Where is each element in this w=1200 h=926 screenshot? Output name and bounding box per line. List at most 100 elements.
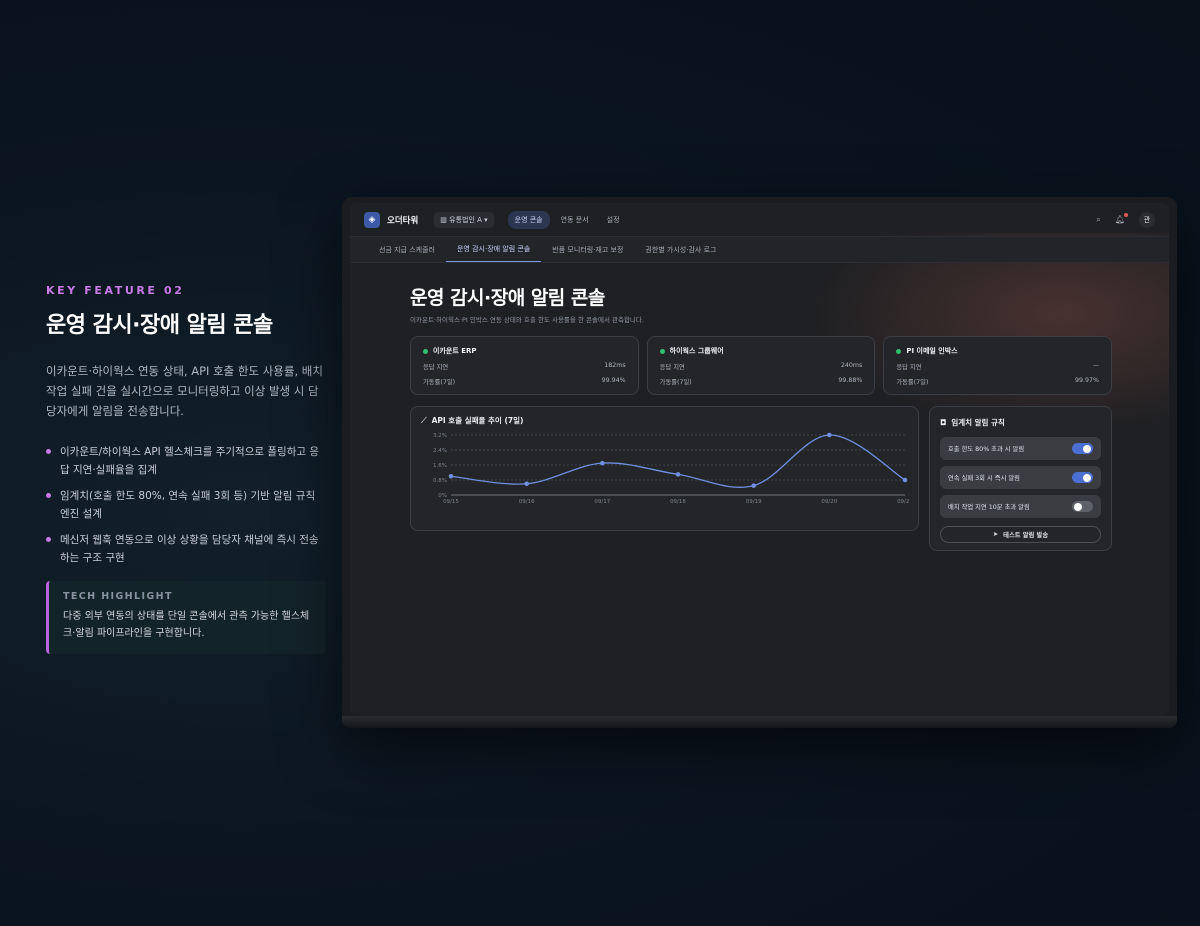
data-point <box>600 460 605 466</box>
status-card-ecount[interactable]: 이카운트 ERP 응답 지연 182ms 가동률(7일) 99.94% <box>410 336 639 395</box>
data-point <box>524 481 529 487</box>
bell-outline-icon: ◘ <box>940 418 947 427</box>
bell-icon[interactable]: 🔔︎ <box>1115 213 1128 224</box>
data-point <box>448 473 454 479</box>
tech-highlight: TECH HIGHLIGHT 다중 외부 연동의 상태를 단일 콘솔에서 관측 … <box>46 581 326 654</box>
send-test-alert-label: 테스트 알림 발송 <box>1003 532 1049 539</box>
status-card-pi-inbox[interactable]: PI 이메일 인박스 응답 지연 — 가동률(7일) 99.97% <box>883 336 1113 395</box>
uptime-value: 99.94% <box>601 377 626 384</box>
sub-nav: 선금 지급 스케줄러 운영 감시·장애 알림 콘솔 반품 모니터링·재고 보정 … <box>350 237 1169 263</box>
search-icon[interactable]: ⌕ <box>1096 215 1100 225</box>
latency-label: 응답 지연 <box>659 364 685 371</box>
rule-label: 연속 실패 3회 시 즉시 알림 <box>948 475 1020 482</box>
page-title: 운영 감시·장애 알림 콘솔 <box>410 287 605 309</box>
failure-rate-chart: 3.2%2.4%1.6%0.8%0%09/15 09/16 09/17 09/18 09… <box>433 432 910 505</box>
building-icon: ▥ <box>440 215 450 224</box>
avatar[interactable]: 관 <box>1139 211 1155 228</box>
latency-label: 응답 지연 <box>423 364 449 371</box>
app-screen: ◈ 오더타워 ▥ 유통법인 A ▾ 운영 콘솔 연동 문서 설정 ⌕ 🔔︎ 관 … <box>350 203 1169 715</box>
rule-item: 배치 작업 지연 10분 초과 알림 <box>940 495 1101 518</box>
failure-rate-chart-card: ⟋ API 호출 실패율 추이 (7일) 3.2% 2.4% 1.6% 0.8% 0% 09… <box>410 406 919 531</box>
toggle-knob <box>1074 502 1082 511</box>
x-tick-label: 09/18 <box>670 499 686 505</box>
feature-panel: KEY FEATURE 02 운영 감시·장애 알림 콘솔 이카운트·하이웍스 … <box>46 284 326 654</box>
page-subtitle: 이카운트·하이웍스·PI 인박스 연동 상태와 호출 한도 사용률을 한 콘솔에… <box>410 316 644 324</box>
org-selector[interactable]: ▥ 유통법인 A ▾ <box>434 211 494 228</box>
x-tick-label: 09/16 <box>519 499 535 505</box>
tab-ops-monitoring[interactable]: 운영 감시·장애 알림 콘솔 <box>445 237 542 262</box>
rule-item: 연속 실패 3회 시 즉시 알림 <box>940 466 1101 489</box>
uptime-value: 99.97% <box>1075 377 1100 384</box>
uptime-label: 가동률(7일) <box>659 379 692 386</box>
nav-settings[interactable]: 설정 <box>600 211 627 229</box>
feature-bullets: 이카운트/하이웍스 API 헬스체크를 주기적으로 폴링하고 응답 지연·실패율… <box>46 443 326 567</box>
main-nav: 운영 콘솔 연동 문서 설정 <box>507 210 627 229</box>
x-tick-label: 09/17 <box>594 499 610 505</box>
tab-audit-log[interactable]: 권한별 가시성·감사 로그 <box>634 237 727 262</box>
rules-title: 임계치 알림 규칙 <box>951 418 1005 427</box>
nav-integration-docs[interactable]: 연동 문서 <box>554 211 596 229</box>
feature-description: 이카운트·하이웍스 연동 상태, API 호출 한도 사용률, 배치 작업 실패… <box>46 364 323 418</box>
x-tick-label: 09/19 <box>746 499 762 505</box>
rule-toggle[interactable] <box>1072 501 1093 512</box>
feature-bullet: 임계치(호출 한도 80%, 연속 실패 3회 등) 기반 알림 규칙 엔진 설… <box>46 487 326 523</box>
x-tick-label: 09/15 <box>443 499 459 505</box>
notification-dot <box>1124 213 1128 217</box>
laptop-base <box>342 716 1177 728</box>
data-point <box>675 472 681 477</box>
tab-prepay-scheduler[interactable]: 선금 지급 스케줄러 <box>368 237 446 262</box>
alert-rules-card: ◘ 임계치 알림 규칙 호출 한도 80% 초과 시 알림 연속 실패 3회 시 … <box>929 406 1112 551</box>
feature-bullet: 이카운트/하이웍스 API 헬스체크를 주기적으로 폴링하고 응답 지연·실패율… <box>46 443 326 479</box>
nav-ops-console[interactable]: 운영 콘솔 <box>507 210 550 229</box>
failure-rate-line <box>450 434 906 488</box>
rule-item: 호출 한도 80% 초과 시 알림 <box>940 437 1101 460</box>
send-icon: ➤ <box>992 531 999 538</box>
logo-icon: ◈ <box>364 211 380 228</box>
data-point <box>902 477 908 483</box>
send-test-alert-button[interactable]: ➤ 테스트 알림 발송 <box>940 526 1101 543</box>
status-cards: 이카운트 ERP 응답 지연 182ms 가동률(7일) 99.94% 하이웍스 그… <box>410 336 1113 395</box>
card-name: PI 이메일 인박스 <box>906 347 958 355</box>
y-tick-label: 3.2% <box>433 433 447 439</box>
org-selector-label: 유통법인 A ▾ <box>449 215 488 224</box>
feature-eyebrow: KEY FEATURE 02 <box>46 284 185 297</box>
y-tick-label: 1.6% <box>433 463 447 469</box>
topbar-actions: ⌕ 🔔︎ 관 <box>1096 211 1155 228</box>
status-ok-dot <box>423 348 428 354</box>
latency-value: — <box>1092 362 1100 369</box>
brand-name: 오더타워 <box>387 215 419 226</box>
x-tick-label: 09/21 <box>897 499 910 505</box>
status-card-hiworks[interactable]: 하이웍스 그룹웨어 응답 지연 240ms 가동률(7일) 99.88% <box>646 336 876 395</box>
rule-toggle[interactable] <box>1072 472 1093 483</box>
y-tick-label: 0.8% <box>433 478 447 484</box>
tech-highlight-label: TECH HIGHLIGHT <box>63 591 173 602</box>
card-name: 하이웍스 그룹웨어 <box>669 347 724 355</box>
card-name: 이카운트 ERP <box>433 347 477 355</box>
latency-value: 240ms <box>840 362 863 369</box>
app-topbar: ◈ 오더타워 ▥ 유통법인 A ▾ 운영 콘솔 연동 문서 설정 ⌕ 🔔︎ 관 <box>350 203 1169 237</box>
status-ok-dot <box>659 348 665 354</box>
line-chart-icon: ⟋ <box>421 415 427 425</box>
x-tick-label: 09/20 <box>821 499 837 505</box>
laptop-mockup: ◈ 오더타워 ▥ 유통법인 A ▾ 운영 콘솔 연동 문서 설정 ⌕ 🔔︎ 관 … <box>342 197 1177 727</box>
uptime-label: 가동률(7일) <box>896 379 929 386</box>
uptime-label: 가동률(7일) <box>423 379 456 386</box>
feature-title: 운영 감시·장애 알림 콘솔 <box>46 313 273 338</box>
latency-value: 182ms <box>604 362 626 369</box>
rule-label: 호출 한도 80% 초과 시 알림 <box>948 446 1025 453</box>
rule-toggle[interactable] <box>1072 443 1093 454</box>
uptime-value: 99.88% <box>838 377 863 384</box>
lower-row: ⟋ API 호출 실패율 추이 (7일) 3.2% 2.4% 1.6% 0.8% 0% 09… <box>410 406 1112 551</box>
tab-returns-monitoring[interactable]: 반품 모니터링·재고 보정 <box>541 237 634 262</box>
toggle-knob <box>1083 444 1091 453</box>
y-tick-label: 2.4% <box>433 448 447 454</box>
status-ok-dot <box>896 348 902 354</box>
main-content: 운영 감시·장애 알림 콘솔 이카운트·하이웍스·PI 인박스 연동 상태와 호… <box>410 283 1113 551</box>
data-point <box>827 432 832 438</box>
feature-bullet: 메신저 웹훅 연동으로 이상 상황을 담당자 채널에 즉시 전송하는 구조 구현 <box>46 531 326 567</box>
tech-highlight-text: 다중 외부 연동의 상태를 단일 콘솔에서 관측 가능한 헬스체크·알림 파이프… <box>63 611 310 639</box>
data-point <box>751 483 756 488</box>
chart-title: API 호출 실패율 추이 (7일) <box>431 416 524 425</box>
latency-label: 응답 지연 <box>896 364 922 371</box>
rule-label: 배치 작업 지연 10분 초과 알림 <box>948 504 1030 511</box>
